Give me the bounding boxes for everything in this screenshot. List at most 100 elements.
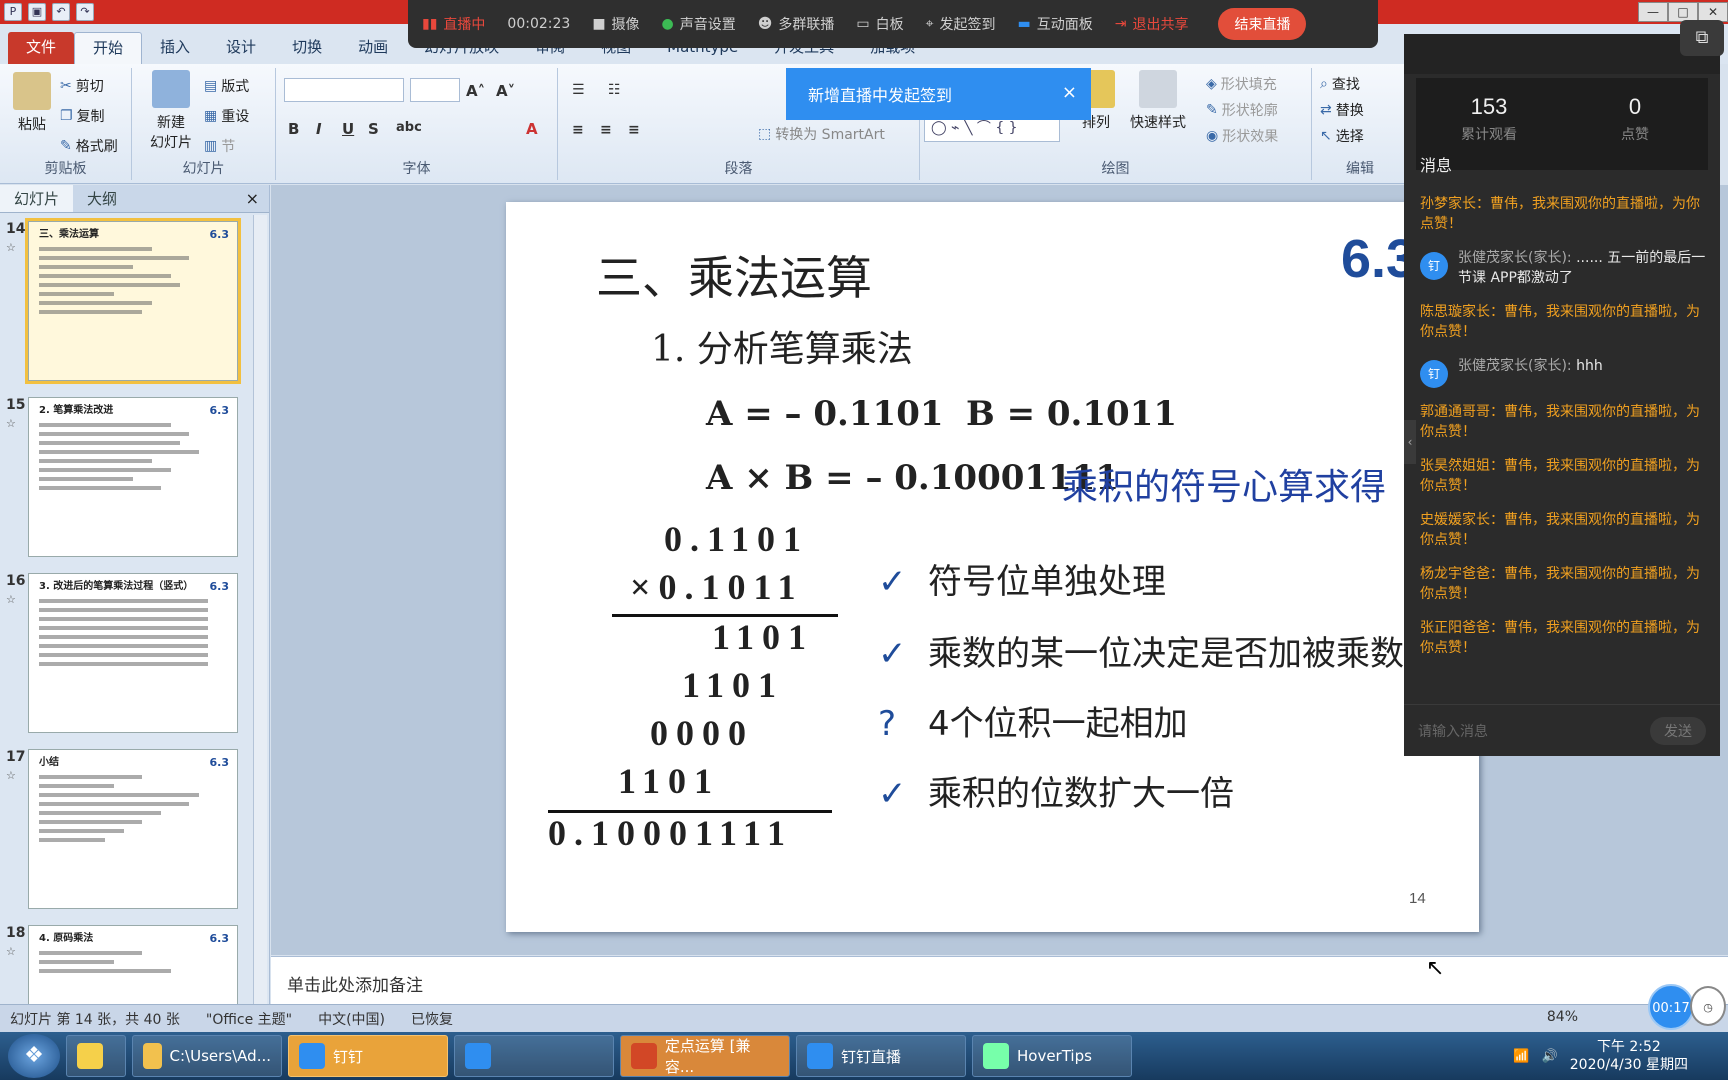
italic-button[interactable]: I <box>316 120 322 138</box>
check-item-text: 乘积的位数扩大一倍 <box>928 774 1234 814</box>
check-item: ✓ 乘积的位数扩大一倍 <box>878 766 1234 815</box>
strikethrough-button[interactable]: abc <box>396 120 422 135</box>
dingtalk-live-task[interactable]: 钉钉直播 <box>796 1035 966 1077</box>
share-screen-icon[interactable]: ⧉ <box>1680 20 1724 56</box>
bold-button[interactable]: B <box>288 120 299 138</box>
outline-icon: ✎ <box>1206 102 1218 118</box>
clock[interactable]: 下午 2:52 2020/4/30 星期四 <box>1570 1038 1688 1074</box>
underline-button[interactable]: U <box>342 120 354 138</box>
quick-styles-button[interactable]: 快速样式 <box>1126 70 1190 132</box>
dingtalk-task-2[interactable] <box>454 1035 614 1077</box>
tab-animations[interactable]: 动画 <box>340 32 406 64</box>
thumbnail-content <box>39 599 227 666</box>
slide-thumbnail[interactable]: 4. 原码乘法 6.3 <box>28 925 238 1005</box>
bullets-icon[interactable]: ☰ <box>572 82 585 98</box>
volume-icon[interactable]: 🔊 <box>1542 1049 1558 1064</box>
font-color-button[interactable]: A <box>526 120 538 138</box>
maximize-button[interactable]: □ <box>1668 2 1698 22</box>
folder-icon <box>143 1043 162 1069</box>
copy-icon: ❐ <box>60 108 73 124</box>
tab-outline[interactable]: 大纲 <box>73 185 131 212</box>
shape-outline-button[interactable]: ✎ 形状轮廓 <box>1206 100 1278 120</box>
explorer-task[interactable]: C:\Users\Ad... <box>132 1035 282 1077</box>
powerpoint-icon[interactable]: P <box>4 3 22 21</box>
animation-icon: ☆ <box>6 769 16 782</box>
section-button[interactable]: ▥ 节 <box>204 136 235 156</box>
tab-design[interactable]: 设计 <box>208 32 274 64</box>
new-slide-button[interactable]: 新建 幻灯片 <box>136 70 206 152</box>
shrink-font-icon[interactable]: A˅ <box>496 82 515 100</box>
tab-file[interactable]: 文件 <box>8 32 75 64</box>
recording-timer[interactable]: 00:17 <box>1648 984 1694 1030</box>
checkin-button[interactable]: ⌖ 发起签到 <box>926 14 996 34</box>
camera-button[interactable]: ■ 摄像 <box>592 14 639 34</box>
align-center-icon[interactable]: ≡ <box>600 122 612 138</box>
tab-home[interactable]: 开始 <box>74 32 143 64</box>
message-list[interactable]: 孙梦家长：曹伟，我来围观你的直播啦，为你点赞！ 钉张健茂家长(家长): ....… <box>1420 194 1706 664</box>
checkmark-icon: ✓ <box>878 774 907 814</box>
shape-effects-button[interactable]: ◉ 形状效果 <box>1206 126 1278 146</box>
close-icon[interactable]: × <box>1062 82 1077 103</box>
exit-share-button[interactable]: ⇥ 退出共享 <box>1115 14 1189 34</box>
align-right-icon[interactable]: ≡ <box>628 122 640 138</box>
slide-canvas[interactable]: 三、乘法运算 6.3 1. 分析笔算乘法 A = – 0.1101 B = 0.… <box>506 202 1479 932</box>
live-stats: 153 累计观看 0 点赞 <box>1416 78 1708 170</box>
slide-thumbnail[interactable]: 小结 6.3 <box>28 749 238 909</box>
save-icon[interactable]: ▣ <box>28 3 46 21</box>
thumbnail-content <box>39 423 227 490</box>
replace-button[interactable]: ⇄ 替换 <box>1320 100 1364 120</box>
slide-thumbnail[interactable]: 2. 笔算乘法改进 6.3 <box>28 397 238 557</box>
slide-thumbnail[interactable]: 三、乘法运算 6.3 <box>25 218 241 384</box>
network-icon[interactable]: 📶 <box>1513 1049 1529 1064</box>
sound-settings-button[interactable]: ● 声音设置 <box>662 14 736 34</box>
font-size-select[interactable] <box>410 78 460 102</box>
tab-slides[interactable]: 幻灯片 <box>0 185 74 212</box>
close-icon[interactable]: × <box>246 189 259 208</box>
new-slide-icon <box>152 70 190 108</box>
taskbar: ❖ C:\Users\Ad... 钉钉 定点运算 [兼容... 钉钉直播 Hov… <box>0 1032 1728 1080</box>
multi-group-button[interactable]: ☻ 多群联播 <box>758 14 835 34</box>
send-button[interactable]: 发送 <box>1650 717 1706 745</box>
tab-transitions[interactable]: 切换 <box>274 32 340 64</box>
start-button[interactable]: ❖ <box>8 1034 60 1078</box>
align-left-icon[interactable]: ≡ <box>572 122 584 138</box>
grow-font-icon[interactable]: A˄ <box>466 82 485 100</box>
numbering-icon[interactable]: ☷ <box>608 82 621 98</box>
message-input[interactable]: 请输入消息 发送 <box>1404 704 1720 756</box>
layout-button[interactable]: ▤ 版式 <box>204 76 249 96</box>
zoom-level[interactable]: 84% <box>1547 1009 1578 1025</box>
undo-icon[interactable]: ↶ <box>52 3 70 21</box>
minimize-button[interactable]: — <box>1638 2 1668 22</box>
system-message: 郭通通哥哥：曹伟，我来围观你的直播啦，为你点赞！ <box>1420 404 1700 440</box>
whiteboard-icon: ▭ <box>856 16 870 32</box>
font-name-select[interactable] <box>284 78 404 102</box>
cut-button[interactable]: ✂ 剪切 <box>60 76 104 96</box>
slide-title: 三、乘法运算 <box>596 251 872 305</box>
notes-pane[interactable]: 单击此处添加备注 <box>271 956 1728 1004</box>
thumbnail-scrollbar[interactable] <box>253 215 267 1005</box>
media-player-task[interactable] <box>66 1035 126 1077</box>
find-icon: ⌕ <box>1320 76 1328 92</box>
dingtalk-task[interactable]: 钉钉 <box>288 1035 448 1077</box>
powerpoint-task[interactable]: 定点运算 [兼容... <box>620 1035 790 1077</box>
interact-panel-button[interactable]: ▬ 互动面板 <box>1018 14 1093 34</box>
end-live-button[interactable]: 结束直播 <box>1218 8 1307 40</box>
collapse-panel-icon[interactable]: ‹ <box>1404 420 1416 464</box>
slide-thumbnail[interactable]: 3. 改进后的笔算乘法过程（竖式） 6.3 <box>28 573 238 733</box>
shadow-button[interactable]: S <box>368 120 379 138</box>
hovertips-task[interactable]: HoverTips <box>972 1035 1132 1077</box>
smartart-button[interactable]: ⬚ 转换为 SmartArt <box>758 124 885 144</box>
find-button[interactable]: ⌕ 查找 <box>1320 74 1360 94</box>
floating-widget[interactable]: ◷ <box>1690 986 1726 1026</box>
reset-button[interactable]: ▦ 重设 <box>204 106 249 126</box>
copy-button[interactable]: ❐ 复制 <box>60 106 105 126</box>
redo-icon[interactable]: ↷ <box>76 3 94 21</box>
paste-button[interactable]: 粘贴 <box>2 72 62 134</box>
format-painter-button[interactable]: ✎ 格式刷 <box>60 136 118 156</box>
tab-insert[interactable]: 插入 <box>142 32 208 64</box>
whiteboard-button[interactable]: ▭ 白板 <box>856 14 903 34</box>
thumbnail-number: 14 <box>6 221 26 237</box>
select-button[interactable]: ↖ 选择 <box>1320 126 1364 146</box>
shape-fill-button[interactable]: ◈ 形状填充 <box>1206 74 1277 94</box>
close-button[interactable]: ✕ <box>1698 2 1728 22</box>
